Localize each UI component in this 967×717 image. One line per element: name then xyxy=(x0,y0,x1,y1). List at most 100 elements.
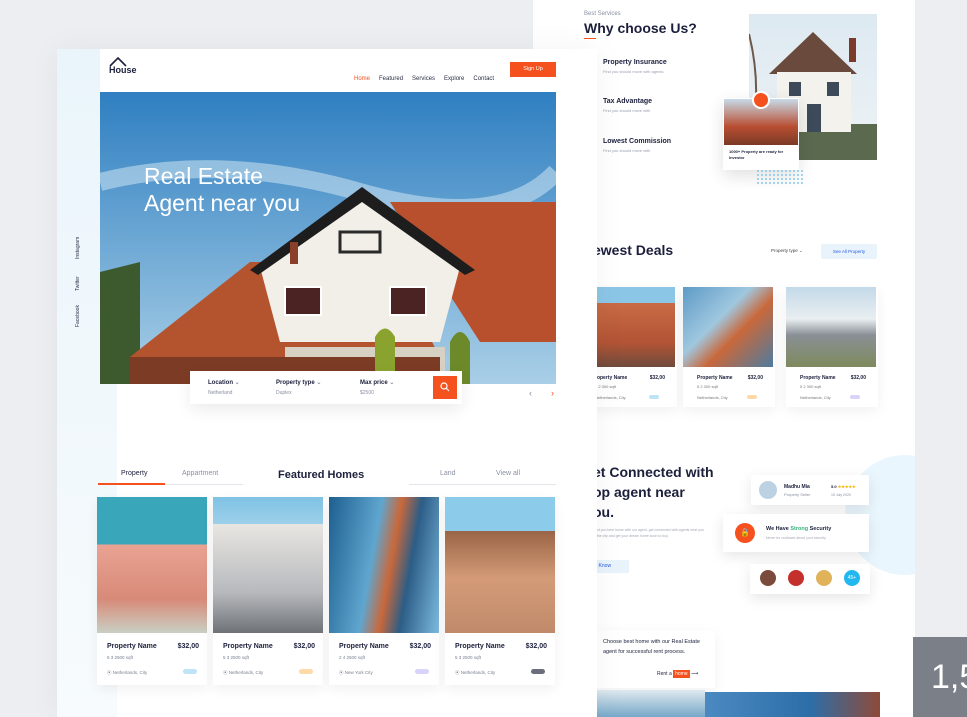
deal-name: Property Name xyxy=(697,375,733,381)
prev-arrow-icon[interactable]: ‹ xyxy=(529,388,532,398)
dot-grid xyxy=(757,170,807,190)
dot xyxy=(797,182,799,184)
property-location: ⦿ Netherlands, City xyxy=(107,670,147,676)
property-badge xyxy=(531,669,545,674)
rent-text: Choose best home with our Real Estate ag… xyxy=(603,639,700,655)
property-location: ⦿ New York City xyxy=(339,670,373,676)
main-nav: Home Featured Services Explore Contact xyxy=(345,67,494,85)
deal-card[interactable]: roperty Name $32,00 5 2 300 sqft Netherl… xyxy=(585,287,677,407)
dot xyxy=(781,170,783,172)
tab-view-all[interactable]: View all xyxy=(496,470,520,477)
pin-icon: ⦿ xyxy=(223,670,228,675)
property-search-bar: Location ⌄ Netherland Property type ⌄ Dupl… xyxy=(190,371,462,404)
see-all-property-button[interactable]: See All Property xyxy=(821,244,877,259)
social-facebook[interactable]: Facebook xyxy=(75,305,81,327)
dot xyxy=(801,178,803,180)
property-type-filter[interactable]: Property type ⌄ xyxy=(771,248,803,254)
deal-price: $32,00 xyxy=(850,375,866,381)
chevron-down-icon: ⌄ xyxy=(234,380,240,386)
dot xyxy=(793,170,795,172)
dot xyxy=(785,174,787,176)
pin-icon: ⦿ xyxy=(455,670,460,675)
star-icons: ★★★★★ xyxy=(837,484,856,489)
bottom-image xyxy=(593,690,705,717)
dot xyxy=(765,182,767,184)
deal-location: Netherlands, City xyxy=(595,395,626,400)
why-item-commission: Lowest Commission Find you should move wi… xyxy=(585,138,671,153)
location-field[interactable]: Location ⌄ Netherland xyxy=(208,379,240,396)
property-badge xyxy=(299,669,313,674)
badge-text: 1000+ Property are ready for Investor xyxy=(729,149,784,160)
avatar xyxy=(788,570,804,586)
featured-card[interactable]: Property Name $32,00 5 3 2500 sqft ⦿ Net… xyxy=(213,497,323,685)
deal-card[interactable]: Property Name $32,00 5 2 300 sqft Nether… xyxy=(786,287,878,407)
tabs-divider xyxy=(409,484,556,485)
lock-icon: 🔒 xyxy=(735,523,755,543)
avatar xyxy=(816,570,832,586)
dot xyxy=(789,182,791,184)
why-item-sub: Find you should move with xyxy=(603,148,651,153)
dot xyxy=(781,174,783,176)
why-item-sub: Find you should move with agents xyxy=(603,69,664,74)
security-title-pre: We Have xyxy=(766,526,791,532)
max-price-field[interactable]: Max price ⌄ $2500 xyxy=(360,379,394,396)
nav-contact[interactable]: Contact xyxy=(473,76,494,82)
dot xyxy=(765,174,767,176)
dot xyxy=(769,182,771,184)
dot xyxy=(781,178,783,180)
social-twitter[interactable]: Twitter xyxy=(75,276,81,291)
tab-land[interactable]: Land xyxy=(440,470,456,477)
agent-role: Property Seller xyxy=(784,492,811,497)
tab-appartment[interactable]: Appartment xyxy=(182,470,218,477)
property-price: $32,00 xyxy=(409,643,431,650)
dot xyxy=(773,170,775,172)
security-card: 🔒 We Have Strong Security Never be confu… xyxy=(723,514,869,552)
dot xyxy=(757,174,759,176)
property-image xyxy=(445,497,555,633)
why-badge-card: 1000+ Property are ready for Investor xyxy=(723,91,799,170)
nav-home[interactable]: Home xyxy=(354,76,370,82)
location-label: Location xyxy=(208,380,233,386)
deal-card[interactable]: Property Name $32,00 5 2 300 sqft Nether… xyxy=(683,287,775,407)
price-label: Max price xyxy=(360,380,388,386)
property-badge xyxy=(183,669,197,674)
social-instagram[interactable]: Instagram xyxy=(75,237,81,259)
next-arrow-icon[interactable]: › xyxy=(551,388,554,398)
dot xyxy=(789,174,791,176)
avatar xyxy=(760,570,776,586)
rent-link[interactable]: Rent a home ⟶ xyxy=(657,670,698,678)
featured-card[interactable]: Property Name $32,00 2 4 2500 sqft ⦿ New… xyxy=(329,497,439,685)
connected-title-line: op agent near xyxy=(593,484,685,500)
dot xyxy=(761,182,763,184)
more-agents-count[interactable]: 45+ xyxy=(844,570,860,586)
tab-property[interactable]: Property xyxy=(121,470,147,477)
rent-highlight: home xyxy=(673,670,690,678)
property-name: Property Name xyxy=(223,643,273,650)
property-type-field[interactable]: Property type ⌄ Duplex xyxy=(276,379,321,396)
sign-up-button[interactable]: Sign Up xyxy=(510,62,556,77)
security-sub: Never be confused about your security xyxy=(766,536,826,540)
dot xyxy=(769,174,771,176)
search-button[interactable] xyxy=(433,376,457,399)
slide-counter: 1,5 xyxy=(913,637,967,717)
logo[interactable]: House xyxy=(100,49,148,92)
nav-services[interactable]: Services xyxy=(412,76,435,82)
property-image xyxy=(329,497,439,633)
deal-price: $32,00 xyxy=(747,375,763,381)
dot xyxy=(777,170,779,172)
type-value: Duplex xyxy=(276,390,292,396)
dot xyxy=(765,178,767,180)
deal-meta: 5 2 300 sqft xyxy=(697,384,718,389)
nav-featured[interactable]: Featured xyxy=(379,76,403,82)
why-item-title: Lowest Commission xyxy=(603,138,672,145)
property-meta: 5 3 2500 sqft xyxy=(223,655,250,660)
dot xyxy=(769,170,771,172)
nav-explore[interactable]: Explore xyxy=(444,76,464,82)
featured-card[interactable]: Property Name $32,00 5 3 2500 sqft ⦿ Net… xyxy=(97,497,207,685)
logo-text: House xyxy=(109,65,137,75)
property-image xyxy=(97,497,207,633)
deals-title: ewest Deals xyxy=(593,242,674,258)
connected-title-line: ou. xyxy=(593,504,614,520)
dot xyxy=(793,178,795,180)
featured-card[interactable]: Property Name $32,00 5 3 2500 sqft ⦿ Net… xyxy=(445,497,555,685)
